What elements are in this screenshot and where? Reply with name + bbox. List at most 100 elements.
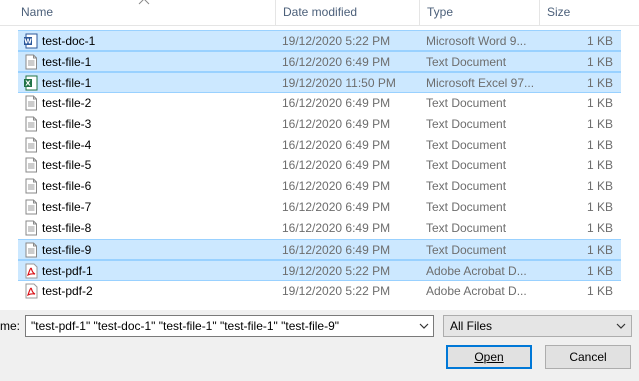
file-size: 1 KB	[586, 95, 613, 110]
file-name: test-doc-1	[42, 34, 96, 48]
file-type: Microsoft Word 9...	[426, 34, 527, 48]
open-button[interactable]: Open	[446, 345, 532, 369]
column-header: Name Date modified Type Size	[0, 0, 639, 26]
file-date: 16/12/2020 6:49 PM	[282, 221, 391, 236]
file-row[interactable]: test-file-3 16/12/2020 6:49 PM Text Docume…	[18, 114, 621, 135]
file-row[interactable]: test-file-1 16/12/2020 6:49 PM Text Docume…	[18, 50, 621, 72]
file-size: 1 KB	[586, 54, 613, 69]
column-name-label: Name	[21, 5, 54, 19]
cancel-button[interactable]: Cancel	[545, 345, 631, 369]
file-date: 16/12/2020 6:49 PM	[282, 54, 391, 69]
file-name: test-file-1	[42, 54, 92, 69]
text-file-icon	[25, 199, 37, 215]
file-name: test-file-3	[42, 116, 92, 131]
file-date: 19/12/2020 11:50 PM	[282, 75, 396, 90]
chevron-down-icon[interactable]	[615, 320, 627, 332]
file-type: Text Document	[426, 243, 507, 257]
open-button-label: Open	[474, 350, 504, 364]
text-file-icon	[25, 220, 37, 236]
file-size: 1 KB	[586, 243, 613, 257]
file-row[interactable]: test-pdf-1 19/12/2020 5:22 PM Adobe Acroba…	[18, 259, 621, 281]
file-row[interactable]: test-file-8 16/12/2020 6:49 PM Text Docume…	[18, 218, 621, 239]
column-date-label: Date modified	[283, 5, 358, 19]
excel-file-icon: X	[24, 75, 38, 91]
pdf-file-icon	[25, 263, 38, 279]
text-file-icon	[25, 157, 37, 173]
file-type: Adobe Acrobat D...	[426, 283, 527, 298]
file-date: 16/12/2020 6:49 PM	[282, 137, 391, 152]
chevron-down-icon[interactable]	[418, 320, 430, 332]
text-file-icon	[25, 116, 37, 132]
file-size: 1 KB	[586, 34, 613, 48]
file-date: 19/12/2020 5:22 PM	[282, 283, 391, 298]
svg-text:X: X	[25, 79, 31, 87]
file-size: 1 KB	[586, 75, 613, 90]
file-size: 1 KB	[586, 179, 613, 194]
file-size: 1 KB	[586, 283, 613, 298]
file-type: Text Document	[426, 221, 507, 236]
text-file-icon	[25, 137, 37, 152]
file-name: test-pdf-1	[42, 263, 93, 278]
file-size: 1 KB	[586, 137, 613, 152]
file-size: 1 KB	[586, 221, 613, 236]
file-date: 16/12/2020 6:49 PM	[282, 179, 391, 194]
file-type: Text Document	[426, 137, 507, 152]
file-size: 1 KB	[586, 116, 613, 131]
file-row[interactable]: Xtest-file-1 19/12/2020 11:50 PM Microsoft…	[18, 71, 621, 93]
column-date-modified[interactable]: Date modified	[276, 0, 420, 25]
file-name: test-file-1	[42, 75, 92, 90]
dialog-footer: me: "test-pdf-1" "test-doc-1" "test-file…	[0, 310, 639, 381]
file-name: test-file-8	[42, 221, 92, 236]
file-row[interactable]: test-file-4 16/12/2020 6:49 PM Text Docume…	[18, 135, 621, 156]
column-type[interactable]: Type	[420, 0, 540, 25]
file-row[interactable]: test-file-2 16/12/2020 6:49 PM Text Docume…	[18, 93, 621, 114]
pdf-file-icon	[25, 283, 38, 299]
file-size: 1 KB	[586, 200, 613, 215]
file-type-select[interactable]: All Files	[443, 315, 632, 337]
file-type: Text Document	[426, 158, 507, 173]
file-type: Adobe Acrobat D...	[426, 263, 527, 278]
file-type-value: All Files	[450, 319, 493, 333]
file-row[interactable]: Wtest-doc-1 19/12/2020 5:22 PM Microsoft W…	[18, 30, 621, 51]
column-size-label: Size	[547, 5, 571, 19]
file-type: Text Document	[426, 54, 507, 69]
svg-text:W: W	[24, 38, 32, 46]
word-doc-icon: W	[24, 33, 38, 49]
text-file-icon	[25, 178, 37, 194]
file-date: 16/12/2020 6:49 PM	[282, 243, 391, 257]
file-type: Microsoft Excel 97...	[426, 75, 534, 90]
file-date: 19/12/2020 5:22 PM	[282, 263, 391, 278]
file-name: test-file-4	[42, 137, 92, 152]
cancel-button-label: Cancel	[569, 350, 607, 364]
file-name: test-file-6	[42, 179, 92, 194]
file-name-input[interactable]: "test-pdf-1" "test-doc-1" "test-file-1" …	[25, 315, 434, 337]
file-row[interactable]: test-file-9 16/12/2020 6:49 PM Text Docume…	[18, 239, 621, 260]
file-type: Text Document	[426, 116, 507, 131]
file-row[interactable]: test-pdf-2 19/12/2020 5:22 PM Adobe Acroba…	[18, 281, 621, 302]
file-name: test-file-9	[42, 243, 92, 257]
file-row[interactable]: test-file-7 16/12/2020 6:49 PM Text Docume…	[18, 197, 621, 218]
file-date: 16/12/2020 6:49 PM	[282, 95, 391, 110]
file-row[interactable]: test-file-6 16/12/2020 6:49 PM Text Docume…	[18, 176, 621, 197]
file-list[interactable]: Name Date modified Type Size Wtest-doc-1…	[0, 0, 639, 310]
file-type: Text Document	[426, 200, 507, 215]
file-row[interactable]: test-file-5 16/12/2020 6:49 PM Text Docume…	[18, 155, 621, 176]
file-name-value: "test-pdf-1" "test-doc-1" "test-file-1" …	[31, 319, 340, 333]
file-name: test-file-2	[42, 95, 92, 110]
file-date: 16/12/2020 6:49 PM	[282, 200, 391, 215]
file-size: 1 KB	[586, 158, 613, 173]
sort-ascending-icon	[138, 0, 150, 5]
file-name: test-file-7	[42, 200, 92, 215]
file-type: Text Document	[426, 179, 507, 194]
text-file-icon	[25, 95, 37, 111]
file-date: 19/12/2020 5:22 PM	[282, 34, 391, 48]
file-name: test-file-5	[42, 158, 92, 173]
column-type-label: Type	[427, 5, 454, 19]
column-size[interactable]: Size	[540, 0, 639, 25]
file-date: 16/12/2020 6:49 PM	[282, 158, 391, 173]
file-date: 16/12/2020 6:49 PM	[282, 116, 391, 131]
text-file-icon	[25, 242, 37, 258]
text-file-icon	[25, 54, 37, 70]
file-size: 1 KB	[586, 263, 613, 278]
file-name-label: me:	[0, 319, 21, 333]
